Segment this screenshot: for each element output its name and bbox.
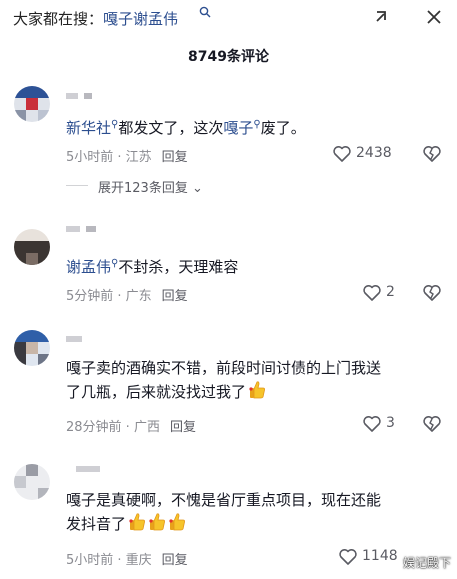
broken-heart-icon[interactable] <box>422 283 442 303</box>
search-suggestion[interactable]: 大家都在搜：嘎子谢孟伟 <box>13 8 178 29</box>
broken-heart-icon[interactable] <box>422 144 442 164</box>
heart-outline-icon[interactable] <box>338 547 358 567</box>
comment-text: 谢孟伟⚲不封杀，天理难容 <box>66 258 239 276</box>
close-icon[interactable] <box>421 4 447 30</box>
redacted-name <box>76 466 100 472</box>
heart-outline-icon[interactable] <box>332 144 352 164</box>
avatar[interactable] <box>14 229 50 265</box>
mention-link[interactable]: 谢孟伟 <box>66 258 111 276</box>
expand-replies-button[interactable]: 展开123条回复 ⌄ <box>98 177 203 196</box>
reply-button[interactable]: 回复 <box>162 150 188 165</box>
comment-text: 嘎子卖的酒确实不错，前段时间讨债的上门我送 了几瓶，后来就没找过我了 <box>66 359 382 401</box>
comment-text: 新华社⚲都发文了，这次嘎子⚲废了。 <box>66 119 306 137</box>
comment-meta: 5分钟前 · 广东 回复 <box>66 289 188 304</box>
redacted-name <box>86 226 96 232</box>
heart-outline-icon[interactable] <box>362 414 382 434</box>
like-count: 3 <box>386 415 395 431</box>
comment-meta: 28分钟前 · 广西 回复 <box>66 420 196 435</box>
search-icon: ⚲ <box>253 119 261 130</box>
mention-link[interactable]: 嘎子 <box>223 119 253 137</box>
reply-button[interactable]: 回复 <box>162 553 188 568</box>
avatar[interactable] <box>14 86 50 122</box>
search-icon <box>199 6 211 18</box>
like-count: 2438 <box>356 145 392 161</box>
watermark: 娱记殿下 <box>402 556 451 570</box>
thumbs-up-emoji-icon <box>249 381 266 399</box>
comment-text: 嘎子是真硬啊，不愧是省厅重点项目，现在还能 发抖音了 <box>66 491 382 533</box>
search-prefix-label: 大家都在搜： <box>13 10 104 28</box>
redacted-name <box>66 336 82 342</box>
thumbs-up-emoji-icon <box>129 513 146 531</box>
like-count: 1148 <box>362 548 398 564</box>
like-count: 2 <box>386 284 395 300</box>
thumbs-up-emoji-icon <box>169 513 186 531</box>
avatar[interactable] <box>14 464 50 500</box>
avatar[interactable] <box>14 330 50 366</box>
comment-meta: 5小时前 · 重庆 回复 <box>66 553 188 568</box>
redacted-name <box>84 93 92 99</box>
search-term[interactable]: 嘎子谢孟伟 <box>103 10 178 28</box>
thumbs-up-emoji-icon <box>149 513 166 531</box>
comment-meta: 5小时前 · 江苏 回复 <box>66 150 188 165</box>
heart-outline-icon[interactable] <box>362 283 382 303</box>
divider <box>66 185 88 186</box>
comment-count: 8749条评论 <box>188 49 269 65</box>
broken-heart-icon[interactable] <box>422 414 442 434</box>
chevron-down-icon: ⌄ <box>191 181 203 196</box>
expand-icon[interactable] <box>368 4 394 30</box>
redacted-name <box>66 226 80 232</box>
redacted-name <box>66 93 78 99</box>
reply-button[interactable]: 回复 <box>162 289 188 304</box>
reply-button[interactable]: 回复 <box>170 420 196 435</box>
mention-link[interactable]: 新华社 <box>66 119 111 137</box>
top-bar: 大家都在搜：嘎子谢孟伟 <box>0 0 457 36</box>
